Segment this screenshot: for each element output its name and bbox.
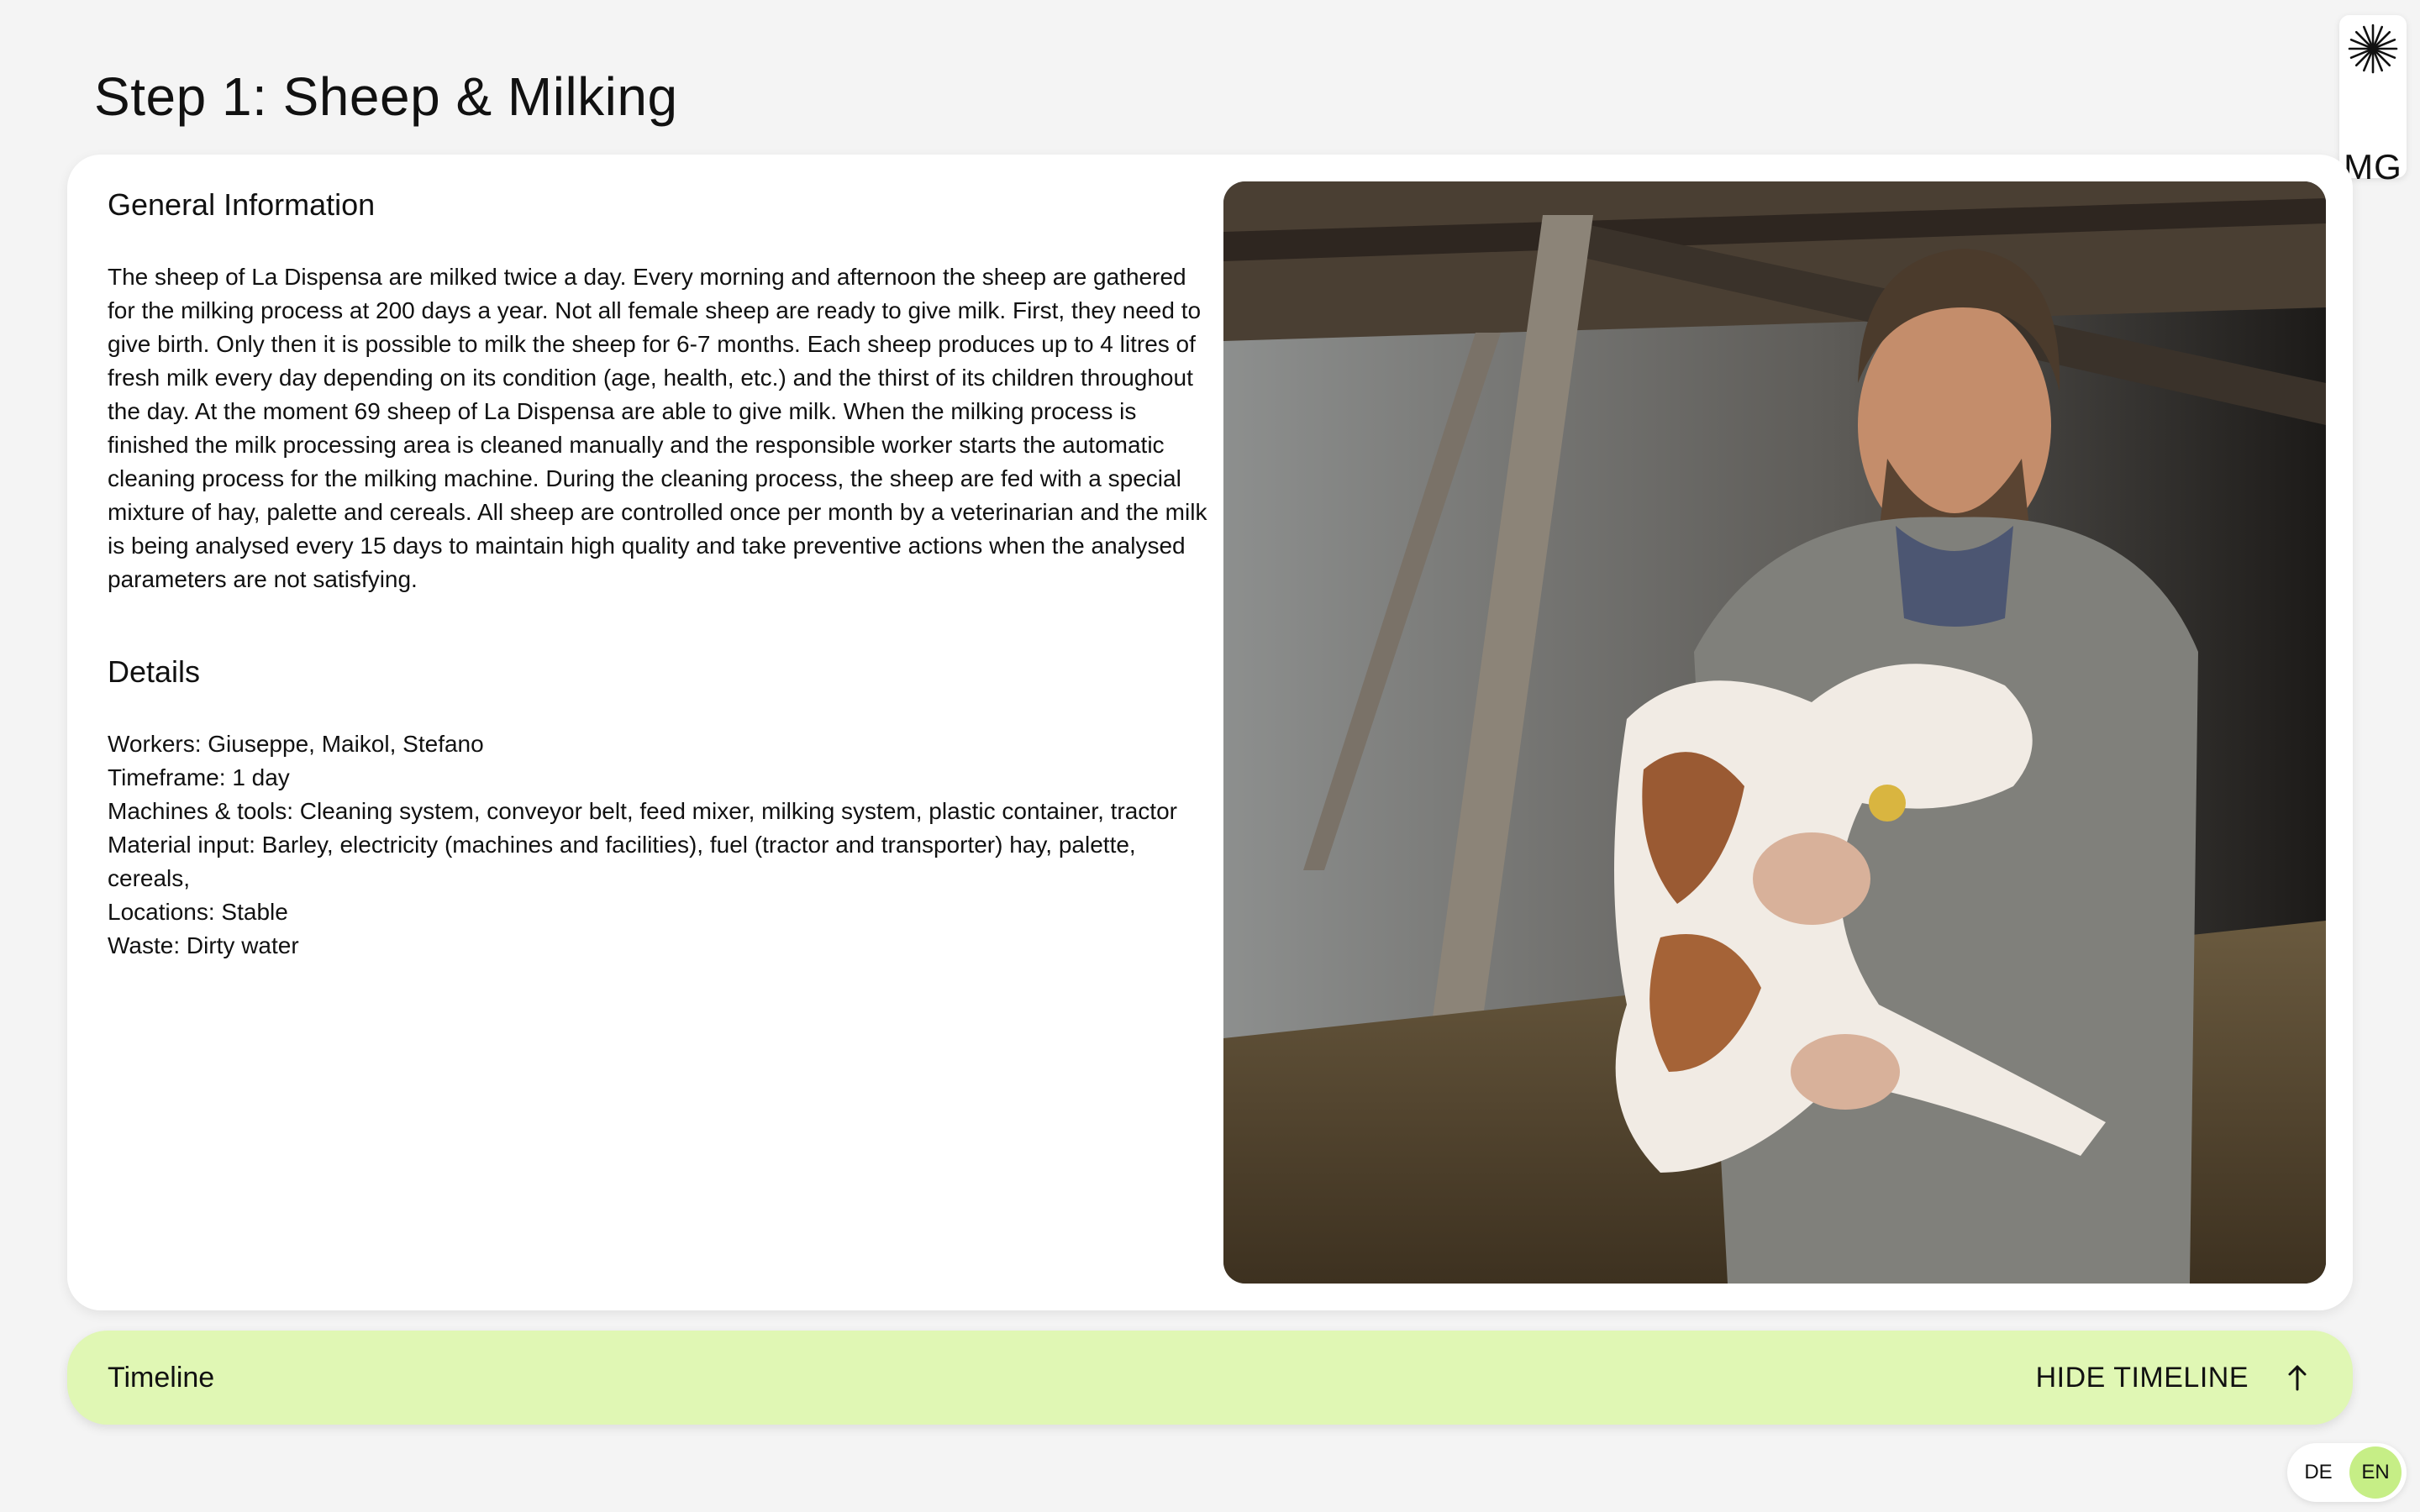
language-switch: DE EN xyxy=(2287,1443,2407,1502)
side-panel-tab[interactable]: MG xyxy=(2339,15,2407,185)
general-information-text: The sheep of La Dispensa are milked twic… xyxy=(108,264,1207,592)
detail-material-input: Material input: Barley, electricity (mac… xyxy=(108,832,1136,891)
detail-locations: Locations: Stable xyxy=(108,899,288,925)
text-column: General Information The sheep of La Disp… xyxy=(108,186,1208,963)
language-en-button[interactable]: EN xyxy=(2349,1446,2402,1499)
detail-machines: Machines & tools: Cleaning system, conve… xyxy=(108,798,1177,824)
page-title: Step 1: Sheep & Milking xyxy=(94,66,678,127)
photo-illustration xyxy=(1223,181,2326,1284)
timeline-bar[interactable]: Timeline HIDE TIMELINE xyxy=(67,1331,2353,1425)
farmer-with-lamb-photo xyxy=(1223,181,2326,1284)
starburst-logo-icon xyxy=(2348,24,2398,74)
details-list: Workers: Giuseppe, Maikol, Stefano Timef… xyxy=(108,727,1208,963)
arrow-up-icon[interactable] xyxy=(2281,1361,2314,1394)
general-information-heading: General Information xyxy=(108,187,376,222)
detail-timeframe: Timeframe: 1 day xyxy=(108,764,290,790)
step-card: General Information The sheep of La Disp… xyxy=(67,155,2353,1310)
timeline-label: Timeline xyxy=(108,1362,215,1394)
detail-waste: Waste: Dirty water xyxy=(108,932,299,958)
hide-timeline-button[interactable]: HIDE TIMELINE xyxy=(2036,1359,2249,1396)
details-heading: Details xyxy=(108,654,201,689)
language-de-button[interactable]: DE xyxy=(2292,1446,2344,1499)
detail-workers: Workers: Giuseppe, Maikol, Stefano xyxy=(108,731,484,757)
